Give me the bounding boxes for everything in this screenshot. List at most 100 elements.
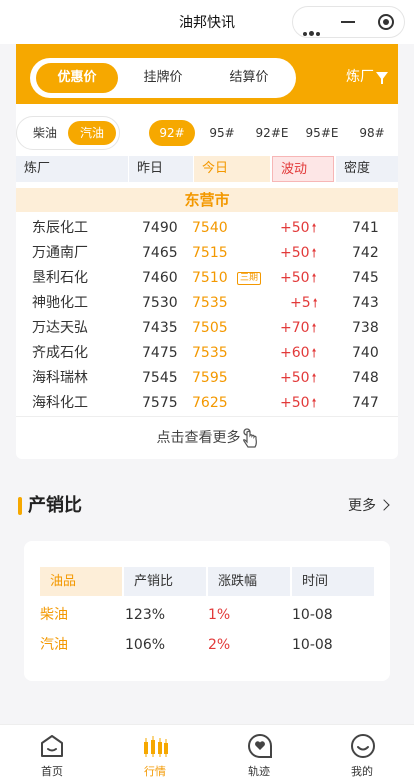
date-value: 10-08	[292, 637, 333, 653]
header-density: 密度	[336, 156, 398, 182]
density-value: 748	[352, 370, 379, 386]
header-change: 波动	[272, 156, 334, 182]
section-more-link[interactable]: 更多	[348, 496, 390, 516]
today-price: 7625	[192, 395, 228, 411]
bottom-tab-bar: 首页 行情 轨迹 我的	[0, 724, 414, 780]
header-yesterday: 昨日	[129, 156, 193, 182]
header-ratio: 产销比	[124, 567, 206, 596]
grade-95[interactable]: 95#	[199, 120, 245, 146]
table-row[interactable]: 海科化工 7575 7625 +50 🠕 747	[16, 391, 398, 416]
refinery-filter-button[interactable]: 炼厂	[346, 66, 388, 86]
yesterday-price: 7545	[142, 370, 178, 386]
grade-92e[interactable]: 92#E	[249, 120, 295, 146]
arrow-up-icon: 🠕	[311, 346, 317, 360]
section-title: 产销比	[18, 494, 82, 518]
table-row[interactable]: 万达天弘 7435 7505 +70 🠕 738	[16, 316, 398, 341]
minimize-icon[interactable]	[341, 21, 355, 23]
section-more-label: 更多	[348, 498, 376, 514]
tab-label: 行情	[144, 765, 166, 778]
fuel-diesel[interactable]: 柴油	[21, 121, 69, 145]
ratio-value: 106%	[125, 637, 166, 653]
refinery-name: 神驰化工	[32, 295, 88, 311]
table-row[interactable]: 齐成石化 7475 7535 +60 🠕 740	[16, 341, 398, 366]
today-price: 7540	[192, 220, 228, 236]
price-type-tabs: 优惠价 挂牌价 结算价	[30, 58, 296, 98]
change-value: 2%	[208, 637, 231, 653]
yesterday-price: 7490	[142, 220, 178, 236]
tab-track[interactable]: 轨迹	[224, 725, 294, 780]
tab-home[interactable]: 首页	[17, 725, 87, 780]
yesterday-price: 7435	[142, 320, 178, 336]
table-row[interactable]: 垦利石化 7460 7510 三期 +50 🠕 745	[16, 266, 398, 291]
refinery-name: 东辰化工	[32, 220, 88, 236]
yesterday-price: 7460	[142, 270, 178, 286]
today-price: 7535	[192, 295, 228, 311]
chevron-right-icon	[378, 499, 390, 511]
view-more-button[interactable]: 点击查看更多	[16, 416, 398, 459]
today-price: 7535	[192, 345, 228, 361]
table-row[interactable]: 万通南厂 7465 7515 +50 🠕 742	[16, 241, 398, 266]
arrow-up-icon: 🠕	[312, 296, 318, 310]
grade-98[interactable]: 98#	[349, 120, 395, 146]
price-change: +5 🠕	[290, 295, 318, 311]
density-value: 745	[352, 270, 379, 286]
title-bar: 油邦快讯	[0, 0, 414, 44]
ratio-value: 123%	[125, 607, 166, 623]
header-product: 油品	[40, 567, 122, 596]
product-gasoline: 汽油	[40, 637, 68, 653]
header-today: 今日	[194, 156, 270, 182]
grade-95e[interactable]: 95#E	[299, 120, 345, 146]
price-change: +50 🠕	[280, 220, 317, 236]
date-value: 10-08	[292, 607, 333, 623]
price-change: +50 🠕	[280, 245, 317, 261]
fuel-type-toggle: 柴油 汽油	[16, 116, 120, 150]
price-change: +50 🠕	[280, 370, 317, 386]
header-time: 时间	[292, 567, 374, 596]
tab-label: 轨迹	[248, 765, 270, 778]
density-value: 741	[352, 220, 379, 236]
tab-settlement-price[interactable]: 结算价	[208, 63, 290, 93]
refinery-filter-label: 炼厂	[346, 69, 374, 85]
today-price: 7515	[192, 245, 228, 261]
view-more-label: 点击查看更多	[156, 430, 241, 446]
tab-mine[interactable]: 我的	[327, 725, 397, 780]
tab-discount-price[interactable]: 优惠价	[36, 63, 118, 93]
grade-92[interactable]: 92#	[149, 120, 195, 146]
candlestick-icon	[144, 736, 168, 757]
price-change: +50 🠕	[280, 395, 317, 411]
tab-list-price[interactable]: 挂牌价	[122, 63, 204, 93]
table-row[interactable]: 神驰化工 7530 7535 +5 🠕 743	[16, 291, 398, 316]
more-dots-icon[interactable]	[303, 21, 323, 36]
arrow-up-icon: 🠕	[311, 246, 317, 260]
refinery-name: 海科化工	[32, 395, 88, 411]
chat-icon	[248, 733, 272, 758]
hand-pointer-icon	[242, 428, 257, 448]
refinery-name: 海科瑞林	[32, 370, 88, 386]
refinery-name: 万通南厂	[32, 245, 88, 261]
product-diesel: 柴油	[40, 607, 68, 623]
header-refinery: 炼厂	[16, 156, 128, 182]
arrow-up-icon: 🠕	[311, 271, 317, 285]
arrow-up-icon: 🠕	[311, 371, 317, 385]
price-header: 优惠价 挂牌价 结算价 炼厂	[16, 44, 398, 104]
price-card: 优惠价 挂牌价 结算价 炼厂 柴油 汽油 92# 95# 92#E 95#E 9…	[16, 44, 398, 459]
city-group-header: 东营市	[16, 188, 398, 212]
arrow-up-icon: 🠕	[311, 396, 317, 410]
tab-label: 我的	[351, 765, 373, 778]
fuel-gasoline[interactable]: 汽油	[68, 121, 116, 145]
production-sales-card: 油品 产销比 涨跌幅 时间 柴油 123% 1% 10-08 汽油 106% 2…	[24, 541, 390, 681]
mini-program-capsule	[292, 6, 405, 38]
density-value: 738	[352, 320, 379, 336]
table-row[interactable]: 东辰化工 7490 7540 +50 🠕 741	[16, 216, 398, 241]
close-target-icon[interactable]	[378, 14, 394, 30]
price-change: +60 🠕	[280, 345, 317, 361]
yesterday-price: 7530	[142, 295, 178, 311]
header-change: 涨跌幅	[208, 567, 290, 596]
price-change: +70 🠕	[280, 320, 317, 336]
table-row[interactable]: 海科瑞林 7545 7595 +50 🠕 748	[16, 366, 398, 391]
today-price: 7595	[192, 370, 228, 386]
change-value: 1%	[208, 607, 231, 623]
phase-tag: 三期	[237, 272, 262, 285]
arrow-up-icon: 🠕	[311, 321, 317, 335]
tab-market[interactable]: 行情	[120, 725, 190, 780]
